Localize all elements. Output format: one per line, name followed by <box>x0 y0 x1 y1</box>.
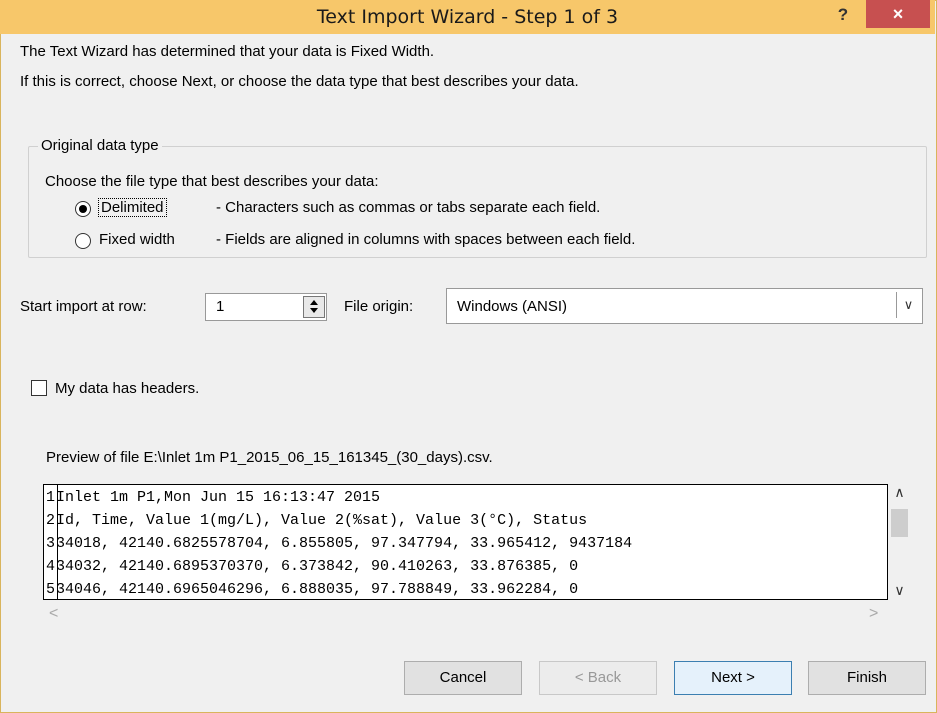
cancel-button[interactable]: Cancel <box>404 661 522 695</box>
delimited-label[interactable]: Delimited <box>98 198 167 217</box>
chevron-down-icon[interactable]: ∨ <box>896 292 920 318</box>
start-row-value: 1 <box>216 298 225 315</box>
preview-line-number: 3 <box>46 535 56 552</box>
close-button[interactable]: × <box>866 0 930 28</box>
preview-line: 434032, 42140.6895370370, 6.373842, 90.4… <box>46 558 578 575</box>
delimited-description: - Characters such as commas or tabs sepa… <box>216 199 601 216</box>
delimited-radio[interactable] <box>75 201 91 217</box>
preview-line-number: 2 <box>46 512 56 529</box>
spinner-up-icon[interactable] <box>310 300 318 305</box>
preview-line-text: Id, Time, Value 1(mg/L), Value 2(%sat), … <box>56 512 588 529</box>
vertical-scrollbar[interactable]: ∧ ∨ <box>888 484 911 600</box>
scroll-up-icon[interactable]: ∧ <box>888 484 911 504</box>
scroll-thumb[interactable] <box>891 509 908 537</box>
help-button[interactable]: ? <box>828 2 858 28</box>
dialog-title: Text Import Wizard - Step 1 of 3 <box>316 6 619 28</box>
preview-line-number: 1 <box>46 489 56 506</box>
fixed-width-description: - Fields are aligned in columns with spa… <box>216 231 636 248</box>
horizontal-scrollbar[interactable]: < > <box>43 602 888 624</box>
file-origin-value: Windows (ANSI) <box>457 298 568 315</box>
scroll-down-icon[interactable]: ∨ <box>888 582 911 600</box>
back-button[interactable]: < Back <box>539 661 657 695</box>
preview-line: 1Inlet 1m P1,Mon Jun 15 16:13:47 2015 <box>46 489 380 506</box>
start-row-label: Start import at row: <box>20 298 147 315</box>
file-origin-label: File origin: <box>344 298 414 315</box>
intro-line-1: The Text Wizard has determined that your… <box>20 43 435 60</box>
start-row-spinner[interactable] <box>303 296 325 318</box>
scroll-right-icon[interactable]: > <box>869 605 878 623</box>
headers-label[interactable]: My data has headers. <box>55 380 199 397</box>
preview-line-number: 4 <box>46 558 56 575</box>
preview-line: 334018, 42140.6825578704, 6.855805, 97.3… <box>46 535 632 552</box>
preview-line-text: Inlet 1m P1,Mon Jun 15 16:13:47 2015 <box>56 489 381 506</box>
preview-line: 2Id, Time, Value 1(mg/L), Value 2(%sat),… <box>46 512 587 529</box>
fixed-width-label[interactable]: Fixed width <box>99 231 175 248</box>
preview-line: 534046, 42140.6965046296, 6.888035, 97.7… <box>46 581 578 598</box>
next-button[interactable]: Next > <box>674 661 792 695</box>
scroll-left-icon[interactable]: < <box>49 605 58 623</box>
headers-checkbox[interactable] <box>31 380 47 396</box>
spinner-down-icon[interactable] <box>310 308 318 313</box>
preview-line-text: 34032, 42140.6895370370, 6.373842, 90.41… <box>56 558 579 575</box>
fixed-width-radio[interactable] <box>75 233 91 249</box>
intro-line-2: If this is correct, choose Next, or choo… <box>20 73 579 90</box>
preview-line-number: 5 <box>46 581 56 598</box>
file-type-prompt: Choose the file type that best describes… <box>45 173 379 190</box>
file-origin-select[interactable]: Windows (ANSI) <box>446 288 923 324</box>
data-preview[interactable]: 1Inlet 1m P1,Mon Jun 15 16:13:47 2015 2I… <box>43 484 888 600</box>
preview-label: Preview of file E:\Inlet 1m P1_2015_06_1… <box>46 449 493 466</box>
delimited-label-text: Delimited <box>98 198 167 217</box>
finish-button[interactable]: Finish <box>808 661 926 695</box>
preview-line-text: 34046, 42140.6965046296, 6.888035, 97.78… <box>56 581 579 598</box>
group-title: Original data type <box>38 137 162 154</box>
preview-line-text: 34018, 42140.6825578704, 6.855805, 97.34… <box>56 535 633 552</box>
